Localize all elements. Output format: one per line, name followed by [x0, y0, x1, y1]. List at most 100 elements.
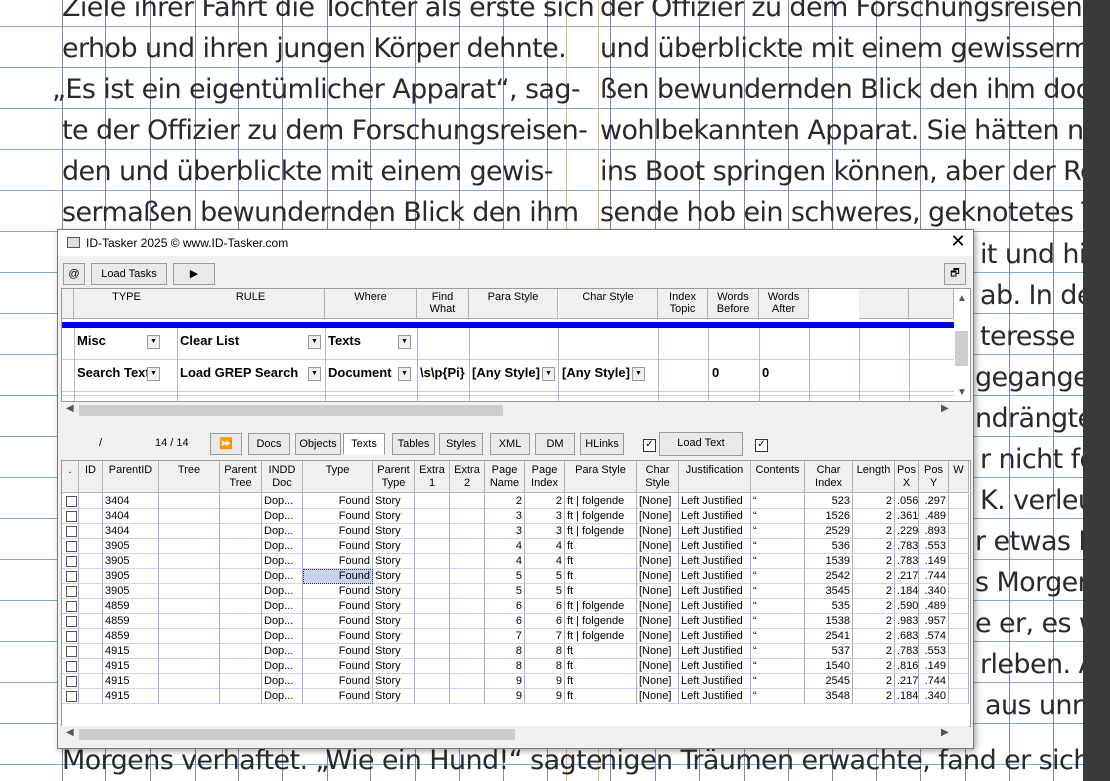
result-cell-len[interactable]: 2	[853, 569, 895, 584]
result-cell-posy[interactable]: .744	[919, 569, 949, 584]
result-cell-type[interactable]: Found	[303, 554, 373, 569]
play-icon[interactable]: ▶	[173, 263, 215, 285]
result-cell-page[interactable]: 3	[485, 524, 525, 539]
dropdown-arrow-icon[interactable]: ▼	[398, 367, 411, 381]
result-cell-para[interactable]: ft	[565, 584, 637, 599]
dropdown-arrow-icon[interactable]: ▼	[308, 367, 321, 381]
row-checkbox-cell[interactable]	[62, 569, 79, 584]
row-checkbox-cell[interactable]	[62, 584, 79, 599]
result-cell-page[interactable]: 4	[485, 554, 525, 569]
result-cell-contents[interactable]: “	[751, 614, 805, 629]
result-cell-posy[interactable]: .957	[919, 614, 949, 629]
result-cell-para[interactable]: ft | folgende	[565, 599, 637, 614]
dropdown-arrow-icon[interactable]: ▼	[147, 367, 160, 381]
tab-docs[interactable]: Docs	[248, 433, 290, 455]
result-cell-pindex[interactable]: 5	[525, 584, 565, 599]
result-cell-parentid[interactable]: 3905	[103, 584, 159, 599]
task-cell-find[interactable]: \s\p{Pi}	[420, 365, 465, 380]
result-cell-parentid[interactable]: 4915	[103, 659, 159, 674]
at-button[interactable]: @	[63, 263, 85, 285]
row-checkbox[interactable]	[66, 496, 77, 507]
result-cell-parentid[interactable]: 4915	[103, 644, 159, 659]
tab-xml[interactable]: XML	[490, 433, 530, 455]
result-cell-contents[interactable]: “	[751, 629, 805, 644]
result-cell-page[interactable]: 3	[485, 509, 525, 524]
result-cell-char[interactable]: [None]	[637, 629, 679, 644]
scroll-down-icon[interactable]: ▼	[957, 387, 967, 398]
row-checkbox-cell[interactable]	[62, 644, 79, 659]
result-cell-char[interactable]: [None]	[637, 524, 679, 539]
result-cell-just[interactable]: Left Justified	[679, 509, 751, 524]
result-cell-just[interactable]: Left Justified	[679, 659, 751, 674]
task-hscroll-thumb[interactable]	[79, 405, 503, 416]
result-cell-parentid[interactable]: 4915	[103, 689, 159, 704]
result-cell-contents[interactable]: “	[751, 599, 805, 614]
result-cell-just[interactable]: Left Justified	[679, 644, 751, 659]
task-cell-type[interactable]: Search Text	[77, 365, 150, 380]
result-cell-para[interactable]: ft | folgende	[565, 509, 637, 524]
restore-icon[interactable]: 🗗	[944, 263, 966, 285]
scroll-right-icon[interactable]: ▶	[941, 403, 949, 414]
result-cell-char[interactable]: [None]	[637, 599, 679, 614]
row-checkbox[interactable]	[66, 631, 77, 642]
result-cell-doc[interactable]: Dop...	[262, 614, 303, 629]
result-cell-posy[interactable]: .553	[919, 644, 949, 659]
load-text-button[interactable]: Load Text	[659, 432, 743, 456]
row-checkbox-cell[interactable]	[62, 554, 79, 569]
result-cell-page[interactable]: 8	[485, 659, 525, 674]
task-cell-type[interactable]: Misc	[77, 333, 149, 348]
scroll-left-icon[interactable]: ◀	[66, 403, 74, 414]
result-cell-contents[interactable]: “	[751, 524, 805, 539]
result-cell-para[interactable]: ft | folgende	[565, 524, 637, 539]
result-cell-type[interactable]: Found	[303, 584, 373, 599]
row-checkbox[interactable]	[66, 511, 77, 522]
result-cell-para[interactable]: ft	[565, 689, 637, 704]
result-cell-just[interactable]: Left Justified	[679, 599, 751, 614]
result-cell-pindex[interactable]: 9	[525, 689, 565, 704]
result-cell-parentid[interactable]: 3905	[103, 554, 159, 569]
result-cell-doc[interactable]: Dop...	[262, 599, 303, 614]
result-cell-para[interactable]: ft	[565, 539, 637, 554]
result-cell-doc[interactable]: Dop...	[262, 689, 303, 704]
result-cell-posy[interactable]: .744	[919, 674, 949, 689]
result-cell-type[interactable]: Found	[303, 614, 373, 629]
result-cell-page[interactable]: 6	[485, 614, 525, 629]
result-cell-ptype[interactable]: Story	[373, 689, 415, 704]
task-cell-rule[interactable]: Clear List	[180, 333, 310, 348]
result-cell-contents[interactable]: “	[751, 674, 805, 689]
row-checkbox-cell[interactable]	[62, 494, 79, 509]
task-cell-where[interactable]: Document	[328, 365, 400, 380]
row-checkbox-cell[interactable]	[62, 509, 79, 524]
result-cell-just[interactable]: Left Justified	[679, 689, 751, 704]
scroll-left-icon[interactable]: ◀	[66, 727, 74, 738]
row-checkbox-cell[interactable]	[62, 689, 79, 704]
result-cell-pindex[interactable]: 5	[525, 569, 565, 584]
result-cell-char[interactable]: [None]	[637, 644, 679, 659]
result-cell-doc[interactable]: Dop...	[262, 674, 303, 689]
result-cell-posx[interactable]: .184	[895, 584, 919, 599]
result-cell-pindex[interactable]: 8	[525, 659, 565, 674]
result-cell-char[interactable]: [None]	[637, 494, 679, 509]
task-cell-char[interactable]: [Any Style]	[562, 365, 634, 380]
result-cell-page[interactable]: 5	[485, 584, 525, 599]
result-cell-parentid[interactable]: 4859	[103, 614, 159, 629]
result-cell-char[interactable]: [None]	[637, 539, 679, 554]
result-cell-parentid[interactable]: 3905	[103, 539, 159, 554]
result-cell-posx[interactable]: .217	[895, 569, 919, 584]
result-cell-doc[interactable]: Dop...	[262, 524, 303, 539]
result-cell-len[interactable]: 2	[853, 494, 895, 509]
result-cell-doc[interactable]: Dop...	[262, 584, 303, 599]
result-cell-len[interactable]: 2	[853, 659, 895, 674]
result-cell-just[interactable]: Left Justified	[679, 524, 751, 539]
result-cell-ptype[interactable]: Story	[373, 629, 415, 644]
result-cell-type[interactable]: Found	[303, 629, 373, 644]
row-checkbox-cell[interactable]	[62, 674, 79, 689]
result-cell-parentid[interactable]: 4859	[103, 629, 159, 644]
tab-texts[interactable]: Texts	[343, 433, 385, 455]
result-cell-page[interactable]: 2	[485, 494, 525, 509]
checkbox-right[interactable]: ✓	[755, 439, 768, 452]
task-grid-hscroll[interactable]: ◀ ▶	[61, 402, 969, 418]
result-cell-ptype[interactable]: Story	[373, 554, 415, 569]
result-cell-len[interactable]: 2	[853, 644, 895, 659]
result-cell-posx[interactable]: .983	[895, 614, 919, 629]
